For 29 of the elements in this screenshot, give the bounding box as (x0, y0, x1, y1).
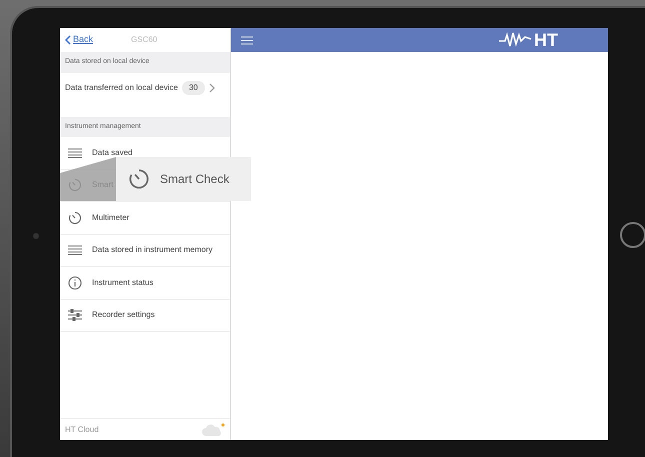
logo-text: HT (534, 28, 558, 52)
stopwatch-icon (128, 168, 150, 190)
menu-item[interactable]: Instrument status (60, 267, 230, 300)
nav-title: GSC60 (131, 34, 158, 46)
stopwatch-icon (68, 210, 82, 225)
list-icon (68, 245, 82, 256)
menu-item[interactable]: Multimeter (60, 202, 230, 234)
row-label: Data transferred on local device (65, 82, 178, 94)
sliders-icon (68, 309, 82, 322)
home-button[interactable] (620, 222, 645, 248)
callout-label: Smart Check (160, 171, 230, 188)
waveform-logo-icon (499, 31, 533, 49)
menu-icon[interactable] (241, 36, 253, 44)
tooltip-pointer (60, 157, 116, 201)
item-label: Data saved (92, 146, 132, 159)
item-label: Multimeter (92, 212, 130, 224)
menu-item[interactable]: Recorder settings (60, 300, 230, 332)
info-icon (68, 276, 82, 290)
back-chevron-icon (65, 35, 71, 45)
list-icon (68, 148, 82, 158)
list-row[interactable]: Data transferred on local device 30 (60, 72, 230, 102)
menu-item[interactable]: Data stored in instrument memory (60, 234, 230, 267)
back-link[interactable]: Back (65, 33, 94, 47)
count-pill: 30 (182, 80, 205, 94)
footer-label: HT Cloud (65, 424, 99, 436)
item-label: Data stored in instrument memory (92, 244, 212, 256)
item-label: Instrument status (92, 276, 154, 289)
chevron-right-icon (208, 82, 215, 92)
item-label: Recorder settings (92, 309, 155, 322)
